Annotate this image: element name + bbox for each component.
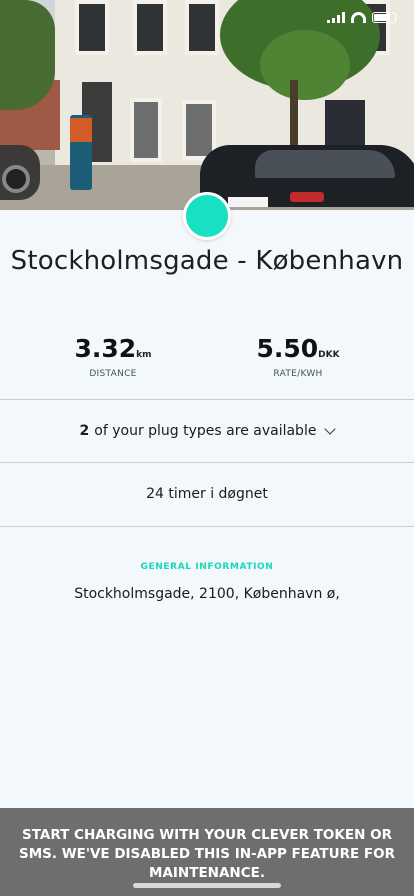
rate-stat: 5.50DKK RATE/KWH — [218, 334, 378, 379]
station-photo — [0, 0, 414, 210]
plug-types-toggle[interactable]: 2 of your plug types are available — [0, 400, 414, 462]
cellular-signal-icon — [327, 12, 345, 23]
divider — [0, 526, 414, 527]
distance-stat: 3.32km DISTANCE — [33, 334, 193, 379]
status-bar — [0, 0, 414, 40]
plug-count: 2 — [79, 423, 90, 439]
distance-unit: km — [136, 350, 152, 360]
banner-line: START CHARGING WITH YOUR CLEVER TOKEN OR — [22, 827, 392, 843]
battery-icon — [372, 12, 396, 23]
wifi-icon — [351, 12, 366, 23]
rate-value: 5.50 — [256, 334, 319, 363]
station-marker-icon — [183, 192, 231, 240]
opening-hours-text: 24 timer i døgnet — [146, 486, 268, 502]
distance-value: 3.32 — [74, 334, 137, 363]
plug-types-text: of your plug types are available — [94, 423, 317, 439]
general-information-heading: GENERAL INFORMATION — [140, 562, 274, 572]
station-stats: 3.32km DISTANCE 5.50DKK RATE/KWH — [0, 334, 414, 384]
chevron-down-icon — [324, 422, 337, 435]
banner-line: SMS. WE'VE DISABLED THIS IN-APP FEATURE … — [19, 846, 395, 862]
rate-unit: DKK — [318, 350, 340, 360]
rate-label: RATE/KWH — [273, 369, 323, 379]
distance-label: DISTANCE — [89, 369, 137, 379]
opening-hours: 24 timer i døgnet — [0, 463, 414, 525]
station-name: Stockholmsgade - København — [10, 246, 404, 276]
banner-line: MAINTENANCE. — [149, 865, 265, 881]
station-detail-screen: Stockholmsgade - København 3.32km DISTAN… — [0, 0, 414, 896]
station-address: Stockholmsgade, 2100, København ø, — [74, 586, 340, 602]
home-indicator[interactable] — [133, 883, 281, 888]
